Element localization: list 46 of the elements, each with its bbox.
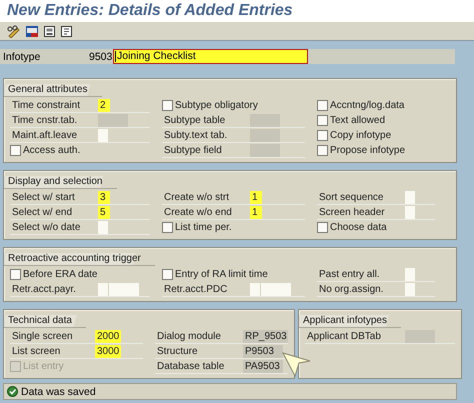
status-message: Data was saved bbox=[21, 386, 96, 398]
input-field[interactable]: 3 bbox=[98, 190, 110, 204]
input-field[interactable] bbox=[250, 282, 260, 296]
group-title: Display and selection bbox=[4, 176, 116, 189]
checkbox[interactable]: Copy infotype bbox=[317, 128, 392, 142]
check-icon bbox=[7, 386, 18, 397]
input-field[interactable]: 1 bbox=[250, 206, 262, 218]
document-icon[interactable] bbox=[43, 24, 56, 38]
input-field[interactable]: 2 bbox=[98, 98, 110, 112]
checkbox[interactable]: Before ERA date bbox=[10, 268, 98, 282]
checkbox[interactable]: List time per. bbox=[162, 220, 232, 234]
input-field[interactable]: Joining Checklist bbox=[113, 49, 308, 64]
field-label: Infotype bbox=[2, 50, 42, 62]
pointer-icon bbox=[282, 352, 312, 378]
display-field: PA9503 bbox=[243, 360, 283, 372]
input-field[interactable] bbox=[98, 128, 108, 142]
infotype-number: 9503 bbox=[89, 50, 113, 62]
pencil-glasses-icon[interactable] bbox=[7, 24, 21, 38]
checkbox[interactable]: Entry of RA limit time bbox=[162, 268, 268, 282]
input-field[interactable] bbox=[405, 268, 415, 280]
display-field: RP_9503 bbox=[243, 330, 288, 342]
input-field[interactable] bbox=[98, 220, 108, 234]
input-field[interactable]: 5 bbox=[98, 206, 110, 218]
checkbox[interactable]: Subtype obligatory bbox=[162, 98, 258, 112]
input-field[interactable] bbox=[405, 282, 415, 296]
checkbox[interactable]: Propose infotype bbox=[317, 144, 406, 158]
group-title: Technical data bbox=[4, 315, 86, 328]
input-field[interactable]: 3000 bbox=[95, 344, 122, 358]
input-field[interactable] bbox=[261, 282, 291, 296]
window-title: New Entries: Details of Added Entries bbox=[7, 2, 293, 20]
checkbox[interactable]: Accntng/log.data bbox=[317, 98, 404, 112]
screen-icon[interactable] bbox=[25, 24, 39, 38]
input-field[interactable] bbox=[98, 282, 108, 296]
checkbox[interactable]: Choose data bbox=[317, 220, 387, 234]
input-field[interactable]: 2000 bbox=[95, 330, 122, 342]
checkbox[interactable]: Text allowed bbox=[317, 114, 386, 128]
input-field[interactable] bbox=[405, 206, 415, 218]
input-field[interactable] bbox=[109, 282, 139, 296]
checkbox[interactable]: Access auth. bbox=[10, 144, 80, 158]
input-field[interactable]: 1 bbox=[250, 190, 262, 204]
group-title: Retroactive accounting trigger bbox=[4, 253, 155, 266]
display-field: P9503 bbox=[243, 344, 283, 358]
input-field[interactable] bbox=[405, 190, 415, 204]
document-icon[interactable] bbox=[60, 24, 73, 38]
group-title: Applicant infotypes bbox=[299, 315, 401, 328]
group-title: General attributes bbox=[4, 84, 102, 97]
